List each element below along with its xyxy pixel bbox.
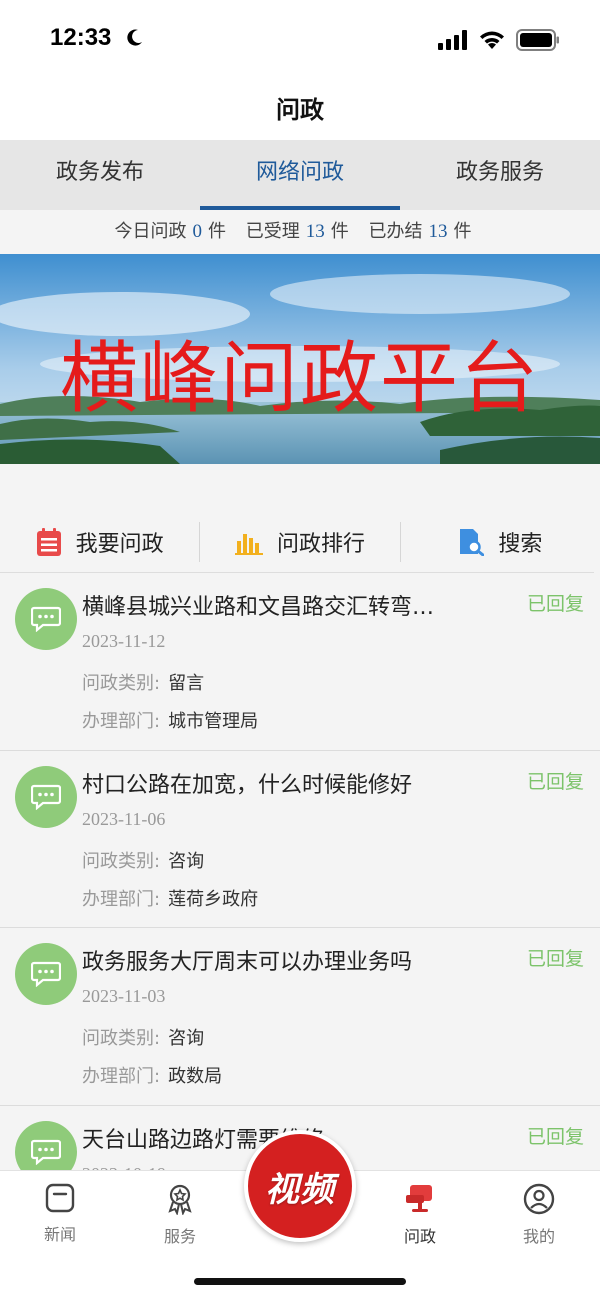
home-indicator[interactable] <box>194 1278 406 1285</box>
tab-online-inquiry[interactable]: 网络问政 <box>200 140 400 210</box>
list-item[interactable]: 政务服务大厅周末可以办理业务吗 已回复 2023-11-03 问政类别: 咨询 办… <box>0 928 600 1107</box>
tab-news[interactable]: 新闻 <box>20 1183 100 1245</box>
department-label: 办理部门: <box>82 888 161 910</box>
tab-service-label: 服务 <box>163 1229 196 1246</box>
today-unit: 件 <box>208 221 227 242</box>
award-icon <box>168 1184 192 1215</box>
inquiry-stats: 今日问政 0 件 已受理 13 件 已办结 13 件 <box>0 210 600 254</box>
today-label: 今日问政 <box>114 221 187 242</box>
user-profile-icon <box>523 1183 555 1215</box>
item-title: 横峰县城兴业路和文昌路交汇转弯… <box>82 595 435 620</box>
category-value: 咨询 <box>168 850 205 872</box>
status-badge: 已回复 <box>526 948 584 971</box>
item-date: 2023-11-06 <box>82 808 166 829</box>
department-row: 办理部门: 政数局 <box>82 1062 222 1088</box>
department-label: 办理部门: <box>82 711 161 732</box>
tab-service[interactable]: 服务 <box>140 1183 220 1247</box>
item-title: 政务服务大厅周末可以办理业务吗 <box>82 950 413 976</box>
tab-mine[interactable]: 我的 <box>499 1183 579 1247</box>
accepted-label: 已受理 <box>245 221 300 242</box>
status-badge: 已回复 <box>526 770 584 793</box>
page-title: 问政 <box>276 96 324 124</box>
status-badge: 已回复 <box>526 593 584 615</box>
category-row: 问政类别: 留言 <box>82 669 204 695</box>
cellular-signal-icon <box>438 30 467 50</box>
platform-banner[interactable]: 横峰问政平台 <box>0 254 600 464</box>
video-label: 视频 <box>265 1169 335 1210</box>
message-icon <box>15 765 77 828</box>
accepted-value: 13 <box>305 221 325 242</box>
search-button[interactable]: 搜索 <box>399 522 600 562</box>
battery-icon <box>516 29 559 51</box>
category-value: 咨询 <box>168 1028 205 1050</box>
item-title: 村口公路在加宽，什么时候能修好 <box>82 772 413 798</box>
department-label: 办理部门: <box>82 1066 161 1088</box>
category-label: 问政类别: <box>82 673 161 694</box>
tab-government-service[interactable]: 政务服务 <box>400 140 600 210</box>
done-value: 13 <box>428 221 448 242</box>
done-unit: 件 <box>453 221 472 242</box>
status-badge: 已回复 <box>526 1126 584 1149</box>
status-bar: 12:33 <box>0 0 600 80</box>
department-value: 莲荷乡政府 <box>168 888 259 910</box>
department-row: 办理部门: 城市管理局 <box>82 707 258 733</box>
video-button[interactable]: 视频 <box>244 1130 356 1242</box>
ranking-label: 问政排行 <box>276 532 365 557</box>
message-icon <box>15 943 77 1006</box>
tab-wenzheng[interactable]: 问政 <box>380 1183 460 1247</box>
ranking-button[interactable]: 问政排行 <box>199 522 399 562</box>
quick-actions: 我要问政 问政排行 搜索 <box>0 510 600 574</box>
wifi-icon <box>480 31 504 49</box>
ask-question-button[interactable]: 我要问政 <box>0 522 199 562</box>
department-value: 城市管理局 <box>168 711 259 732</box>
form-icon <box>36 528 61 556</box>
ask-question-label: 我要问政 <box>75 532 164 557</box>
nav-bar: 问政 <box>0 80 600 140</box>
department-value: 政数局 <box>168 1066 223 1088</box>
document-search-icon <box>460 529 485 556</box>
item-date: 2023-11-12 <box>82 631 166 651</box>
category-value: 留言 <box>168 673 205 694</box>
category-row: 问政类别: 咨询 <box>82 1024 204 1050</box>
list-item[interactable]: 村口公路在加宽，什么时候能修好 已回复 2023-11-06 问政类别: 咨询 办… <box>0 750 600 929</box>
tab-government-release[interactable]: 政务发布 <box>0 140 200 210</box>
accepted-unit: 件 <box>330 221 349 242</box>
news-icon <box>45 1183 75 1213</box>
banner-title: 横峰问政平台 <box>59 334 540 424</box>
status-time: 12:33 <box>50 24 112 51</box>
moon-icon <box>127 29 142 46</box>
list-item[interactable]: 横峰县城兴业路和文昌路交汇转弯… 已回复 2023-11-12 问政类别: 留言 … <box>0 573 600 751</box>
today-value: 0 <box>192 221 203 242</box>
podium-icon <box>406 1185 432 1212</box>
message-icon <box>15 588 77 650</box>
done-label: 已办结 <box>368 221 423 242</box>
bar-chart-icon <box>234 534 263 555</box>
tab-news-label: 新闻 <box>43 1227 76 1244</box>
category-label: 问政类别: <box>82 1028 161 1050</box>
top-tabs: 政务发布 网络问政 政务服务 <box>0 140 600 210</box>
item-date: 2023-11-03 <box>82 986 166 1007</box>
department-row: 办理部门: 莲荷乡政府 <box>82 885 258 911</box>
tab-mine-label: 我的 <box>522 1229 555 1246</box>
category-label: 问政类别: <box>82 850 161 872</box>
search-label: 搜索 <box>498 532 543 557</box>
tab-wenzheng-label: 问政 <box>403 1229 436 1246</box>
category-row: 问政类别: 咨询 <box>82 847 204 873</box>
